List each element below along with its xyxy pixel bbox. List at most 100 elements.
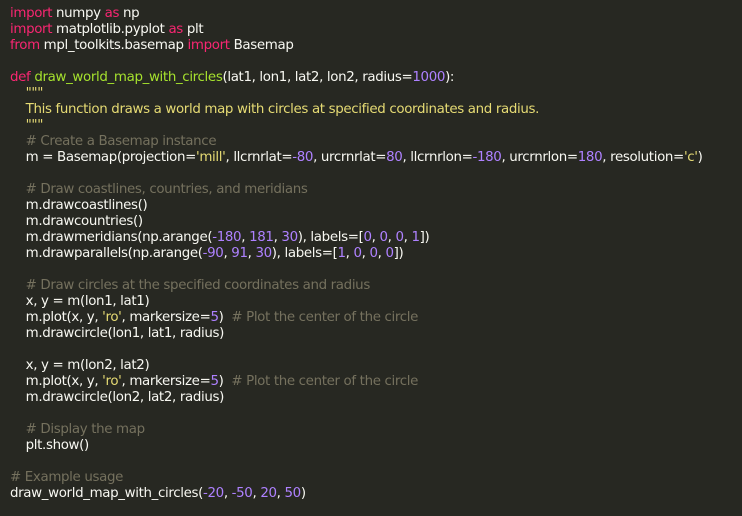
number-token: 0 [379,230,388,245]
code-line: # Example usage [10,470,742,486]
function-name-token: draw_world_map_with_circles [34,70,223,85]
code-token: m = Basemap(projection= [10,150,197,165]
code-token: (lat1, lon1, lat2, lon2, radius= [222,70,413,85]
code-line: m.plot(x, y, 'ro', markersize=5) # Plot … [10,310,742,326]
code-token: ) [218,374,232,389]
code-token: plt.show() [10,438,90,453]
code-token: , [223,486,232,501]
code-token: x, y = m(lon2, lat2) [10,358,150,373]
code-line: m.plot(x, y, 'ro', markersize=5) # Plot … [10,374,742,390]
code-token: m.drawparallels(np.arange( [10,246,203,261]
string-token: 'mill' [196,150,226,165]
code-token: , llcrnrlon= [402,150,473,165]
code-line: plt.show() [10,438,742,454]
number-token: 1 [337,246,347,261]
number-token: -50 [231,486,253,501]
code-line: # Display the map [10,422,742,438]
code-token: , [377,246,386,261]
comment-token: # Plot the center of the circle [231,310,419,325]
code-token: m.drawcoastlines() [10,198,148,213]
keyword-token: as [104,6,120,21]
code-token: m.plot(x, y, [10,310,103,325]
code-token: ) [697,150,703,165]
comment-token: # Draw circles at the specified coordina… [10,278,371,293]
code-line: draw_world_map_with_circles(-20, -50, 20… [10,486,742,502]
number-token: 5 [210,310,219,325]
code-token: , resolution= [602,150,684,165]
code-token: mpl_toolkits.basemap [39,38,188,53]
comment-token: # Create a Basemap instance [10,134,217,149]
string-token: 'c' [683,150,698,165]
code-token: , urcrnrlat= [313,150,387,165]
code-token: ): [445,70,455,85]
number-token: 30 [281,230,298,245]
code-token: , markersize= [121,310,211,325]
number-token: -80 [292,150,314,165]
code-line: x, y = m(lon1, lat1) [10,294,742,310]
code-token: numpy [52,6,105,21]
number-token: -180 [472,150,502,165]
code-token: ), labels=[ [271,246,338,261]
code-token: Basemap [229,38,294,53]
code-line: m.drawcoastlines() [10,198,742,214]
code-line: m.drawcircle(lon2, lat2, radius) [10,390,742,406]
string-token: 'ro' [102,374,122,389]
keyword-token: import [187,38,230,53]
string-token: """ [10,86,44,101]
string-token: """ [10,118,44,133]
code-token: m.drawcountries() [10,214,144,229]
number-token: 180 [577,150,603,165]
code-token: , urcrnrlon= [501,150,578,165]
number-token: 30 [255,246,272,261]
code-line: # Draw coastlines, countries, and meridi… [10,182,742,198]
number-token: 0 [385,246,395,261]
number-token: 1000 [412,70,446,85]
code-line: def draw_world_map_with_circles(lat1, lo… [10,70,742,86]
code-line: import matplotlib.pyplot as plt [10,22,742,38]
code-token: ), labels=[ [297,230,364,245]
number-token: 50 [284,486,301,501]
code-token: np [119,6,140,21]
number-token: 181 [249,230,274,245]
code-token: x, y = m(lon1, lat1) [10,294,150,309]
number-token: 80 [386,150,403,165]
code-line: m.drawcountries() [10,214,742,230]
keyword-token: def [10,70,31,85]
number-token: -20 [203,486,224,501]
code-editor[interactable]: import numpy as np import matplotlib.pypl… [0,0,742,516]
code-token: m.drawcircle(lon1, lat1, radius) [10,326,225,341]
code-token: draw_world_map_with_circles( [10,486,203,501]
code-token: , markersize= [121,374,211,389]
string-token: This function draws a world map with cir… [10,102,540,117]
number-token: 1 [411,230,420,245]
comment-token: # Draw coastlines, countries, and meridi… [10,182,308,197]
comment-token: # Example usage [10,470,123,485]
code-token: m.plot(x, y, [10,374,103,389]
code-line: This function draws a world map with cir… [10,102,742,118]
code-token: , [345,246,354,261]
comment-token: # Plot the center of the circle [231,374,419,389]
code-token: , [361,246,370,261]
code-line: import numpy as np [10,6,742,22]
number-token: -90 [202,246,224,261]
keyword-token: import [10,6,53,21]
number-token: 0 [363,230,372,245]
number-token: 5 [210,374,219,389]
code-line: from mpl_toolkits.basemap import Basemap [10,38,742,54]
code-token: matplotlib.pyplot [52,22,169,37]
keyword-token: import [10,22,53,37]
code-token: plt [182,22,204,37]
code-line: m.drawmeridians(np.arange(-180, 181, 30)… [10,230,742,246]
string-token: 'ro' [102,310,122,325]
code-token: ) [218,310,232,325]
code-line: """ [10,86,742,102]
number-token: 0 [369,246,379,261]
code-line: m = Basemap(projection='mill', llcrnrlat… [10,150,742,166]
number-token: 91 [231,246,248,261]
code-line: m.drawparallels(np.arange(-90, 91, 30), … [10,246,742,262]
comment-token: # Display the map [10,422,145,437]
